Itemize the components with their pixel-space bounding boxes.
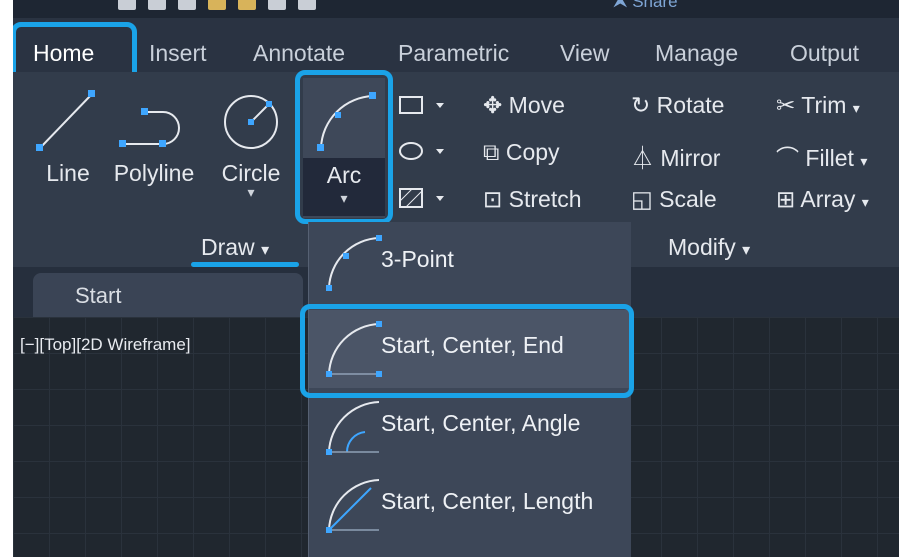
array-icon: ⊞	[776, 186, 796, 212]
save-icon[interactable]	[178, 0, 196, 10]
application-frame: ⮝ Share Home Insert Annotate Parametric …	[13, 0, 899, 557]
file-tab-start[interactable]: Start	[33, 273, 303, 319]
copy-icon: ⧉	[483, 139, 500, 165]
circle-dropdown-arrow[interactable]: ▾	[211, 184, 291, 201]
tab-manage[interactable]: Manage	[655, 40, 738, 67]
tab-parametric[interactable]: Parametric	[398, 40, 509, 67]
fillet-tool[interactable]: ⌒ Fillet ▾	[776, 139, 867, 173]
array-tool[interactable]: ⊞ Array ▾	[776, 186, 869, 213]
quick-access-toolbar: ⮝ Share	[13, 0, 899, 18]
tab-insert[interactable]: Insert	[149, 40, 207, 67]
arc-menu-item-start-center-angle[interactable]: Start, Center, Angle	[309, 388, 631, 466]
arc-menu-item-start-center-length[interactable]: Start, Center, Length	[309, 466, 631, 544]
circle-icon	[224, 95, 278, 149]
mirror-tool[interactable]: ⏃ Mirror	[631, 139, 720, 173]
tab-annotate[interactable]: Annotate	[253, 40, 345, 67]
hatch-icon[interactable]	[398, 187, 458, 209]
move-tool[interactable]: ✥ Move	[483, 92, 565, 119]
circle-tool[interactable]: Circle ▾	[211, 86, 291, 226]
open-folder-icon[interactable]	[238, 0, 256, 10]
viewport-controls[interactable]: [−][Top][2D Wireframe]	[20, 335, 191, 355]
fillet-icon: ⌒	[776, 145, 799, 171]
start-center-end-highlight	[300, 304, 634, 398]
polyline-label: Polyline	[113, 160, 195, 186]
ellipse-icon[interactable]	[398, 140, 458, 162]
polyline-tool[interactable]: Polyline	[99, 86, 209, 196]
stretch-icon: ⊡	[483, 186, 503, 212]
stretch-tool[interactable]: ⊡ Stretch	[483, 186, 582, 213]
autocad-window: ⮝ Share Home Insert Annotate Parametric …	[0, 0, 899, 557]
tab-view[interactable]: View	[560, 40, 609, 67]
save-as-icon[interactable]	[208, 0, 226, 10]
polyline-icon	[119, 108, 180, 147]
trim-dropdown-arrow[interactable]: ▾	[853, 100, 860, 116]
arc-3-point-icon	[326, 235, 382, 291]
array-dropdown-arrow[interactable]: ▾	[862, 194, 869, 210]
fillet-dropdown-arrow[interactable]: ▾	[860, 153, 867, 169]
line-icon	[36, 90, 95, 151]
ribbon-tab-bar: Home Insert Annotate Parametric View Man…	[13, 18, 899, 80]
share-button[interactable]: ⮝ Share	[613, 0, 678, 12]
arc-start-center-length-icon	[326, 479, 380, 533]
share-icon: ⮝	[613, 0, 628, 11]
move-icon: ✥	[483, 92, 503, 118]
modify-panel-title[interactable]: Modify ▾	[668, 234, 750, 261]
rotate-icon: ↻	[631, 92, 651, 118]
modify-panel-expand-arrow[interactable]: ▾	[742, 242, 750, 259]
new-file-icon[interactable]	[118, 0, 136, 10]
copy-tool[interactable]: ⧉ Copy	[483, 139, 560, 166]
scale-tool[interactable]: ◱ Scale	[631, 186, 717, 213]
plot-icon[interactable]	[268, 0, 286, 10]
rectangle-icon[interactable]	[398, 94, 458, 116]
trim-icon: ✂	[776, 92, 796, 118]
line-label: Line	[46, 160, 90, 186]
arc-menu-item-3-point[interactable]: 3-Point	[309, 224, 631, 302]
draw-panel-title[interactable]: Draw ▾	[201, 234, 269, 261]
rotate-tool[interactable]: ↻ Rotate	[631, 92, 724, 119]
tab-output[interactable]: Output	[790, 40, 859, 67]
draw-panel-expand-arrow[interactable]: ▾	[261, 242, 269, 259]
mirror-icon: ⏃	[631, 145, 654, 171]
trim-tool[interactable]: ✂ Trim ▾	[776, 92, 860, 119]
circle-label: Circle	[221, 160, 281, 186]
scale-icon: ◱	[631, 186, 653, 212]
undo-icon[interactable]	[298, 0, 316, 10]
open-file-icon[interactable]	[148, 0, 166, 10]
arc-start-center-angle-icon	[326, 401, 380, 455]
line-tool[interactable]: Line	[28, 86, 108, 196]
arc-tool-highlight	[295, 70, 393, 224]
